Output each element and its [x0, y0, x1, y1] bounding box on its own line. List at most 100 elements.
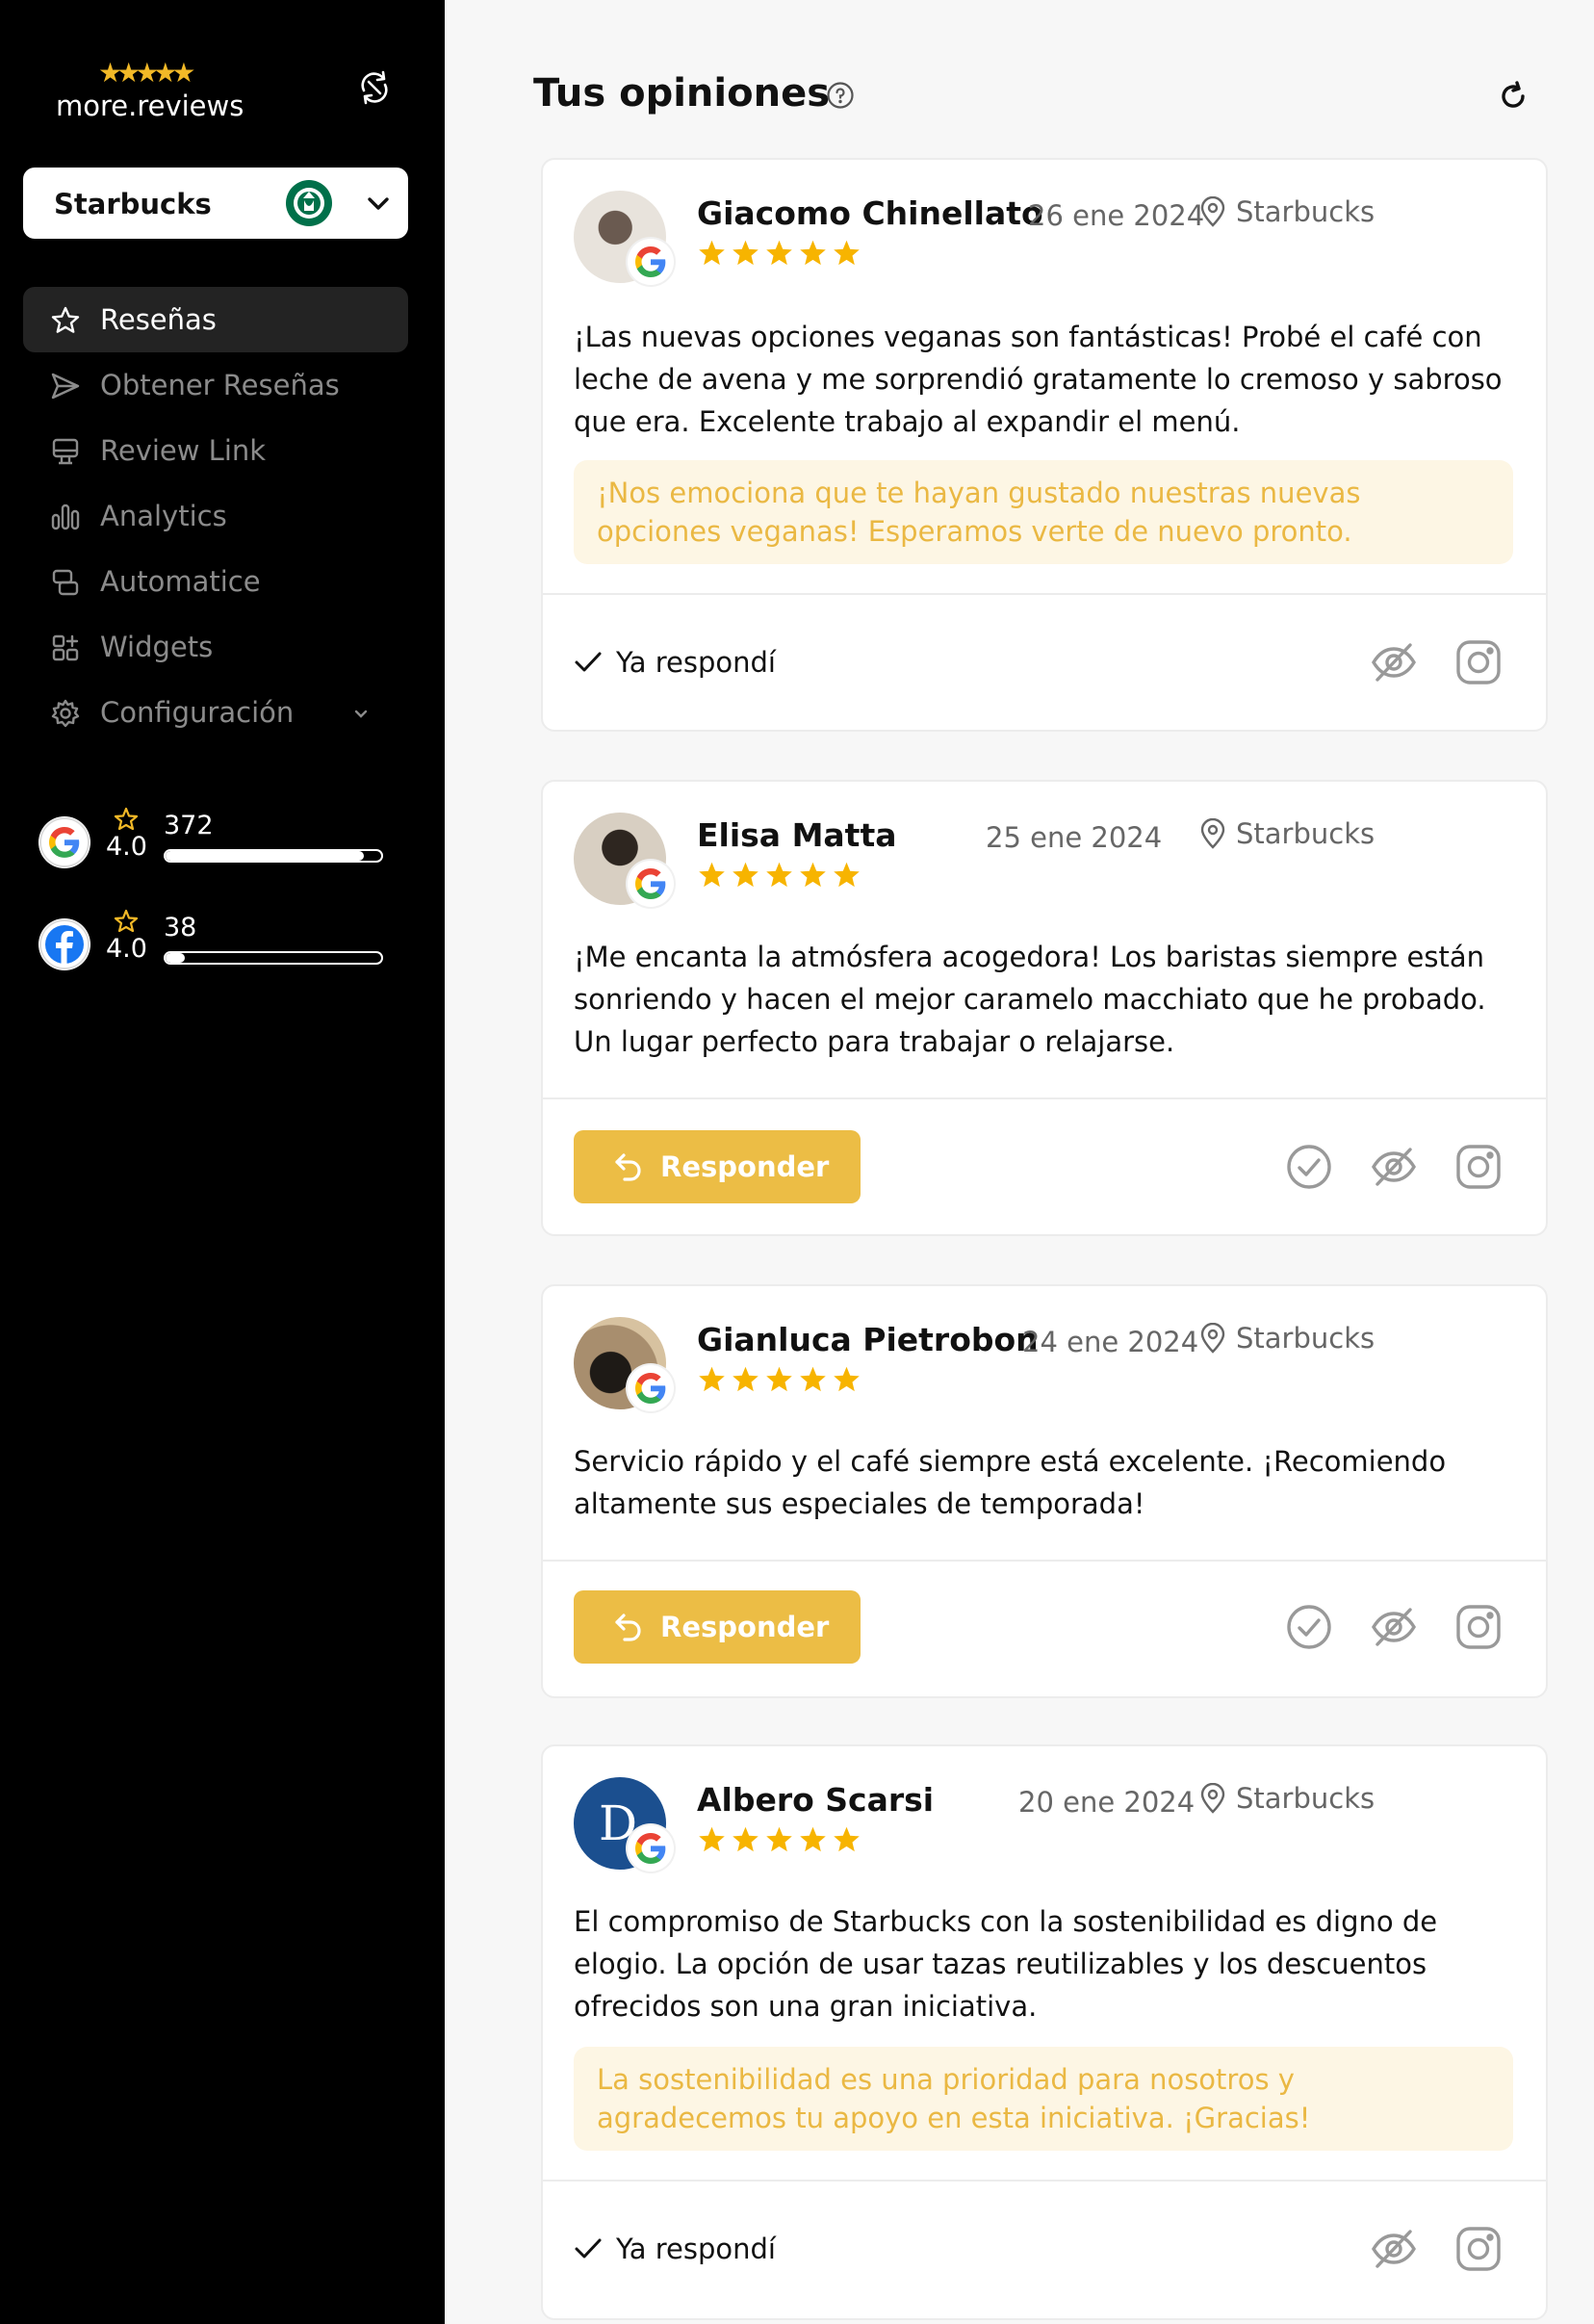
star-rating: [697, 1825, 865, 1856]
check-icon: [575, 2238, 602, 2259]
refresh-icon[interactable]: [1496, 79, 1530, 114]
divider: [543, 593, 1546, 595]
sidebar-item-label: Reseñas: [100, 303, 217, 336]
review-card: Elisa Matta 25 ene 2024 Starbucks ¡Me en…: [541, 780, 1548, 1236]
google-icon: [628, 1365, 674, 1411]
sidebar-item-analytics[interactable]: Analytics: [23, 483, 408, 549]
mark-answered-icon[interactable]: [1284, 1602, 1334, 1652]
review-text: El compromiso de Starbucks con la sosten…: [574, 1905, 1438, 2023]
business-selector[interactable]: Starbucks: [23, 168, 408, 239]
hide-icon[interactable]: [1369, 1602, 1419, 1652]
star-outline-icon: [114, 909, 139, 933]
respond-label: Responder: [660, 1611, 830, 1643]
sidebar-item-widgets[interactable]: Widgets: [23, 614, 408, 680]
star-rating: [697, 1365, 865, 1396]
review-author: Albero Scarsi: [697, 1781, 935, 1819]
star-outline-icon: [114, 807, 139, 831]
divider: [543, 2180, 1546, 2182]
star-icon: [699, 1366, 725, 1392]
sync-icon[interactable]: [354, 67, 395, 108]
star-icon: [733, 862, 758, 888]
location-name: Starbucks: [1236, 1782, 1375, 1815]
instagram-icon[interactable]: [1453, 1602, 1504, 1652]
business-name: Starbucks: [54, 188, 212, 220]
sidebar-item-label: Automatice: [100, 565, 261, 598]
rating-progress-fill: [166, 851, 365, 861]
bar-chart-icon: [51, 504, 80, 530]
star-icon: [834, 862, 860, 888]
star-icon: [800, 240, 826, 266]
star-icon: [800, 1826, 826, 1852]
rating-progress-fill: [166, 953, 186, 963]
sidebar-item-resenas[interactable]: Reseñas: [23, 287, 408, 352]
instagram-icon[interactable]: [1453, 637, 1504, 687]
star-icon: [733, 1366, 758, 1392]
review-count: 38: [164, 913, 197, 943]
sidebar-item-label: Widgets: [100, 631, 214, 663]
chevron-down-icon: [354, 710, 368, 718]
location-name: Starbucks: [1236, 1322, 1375, 1355]
gear-icon: [51, 699, 80, 728]
respond-button[interactable]: Responder: [574, 1130, 861, 1203]
sidebar: ★★★★★ more.reviews Starbucks Reseñas Obt…: [0, 0, 445, 2324]
sidebar-item-review-link[interactable]: Review Link: [23, 418, 408, 483]
divider: [543, 1560, 1546, 1562]
sidebar-item-configuracion[interactable]: Configuración: [23, 680, 408, 745]
google-rating-stat: 4.0 372: [39, 807, 385, 878]
logo-stars: ★★★★★: [98, 57, 195, 89]
instagram-icon[interactable]: [1453, 1142, 1504, 1192]
hide-icon[interactable]: [1369, 637, 1419, 687]
star-icon: [51, 306, 80, 333]
review-card: D Albero Scarsi 20 ene 2024 Starbucks El…: [541, 1744, 1548, 2320]
respond-label: Responder: [660, 1150, 830, 1183]
sidebar-item-automatice[interactable]: Automatice: [23, 549, 408, 614]
star-icon: [699, 1826, 725, 1852]
review-date: 20 ene 2024: [1018, 1786, 1196, 1819]
rating-value: 4.0: [106, 832, 147, 862]
review-text: Servicio rápido y el café siempre está e…: [574, 1445, 1447, 1520]
sidebar-item-label: Configuración: [100, 696, 295, 729]
star-icon: [699, 240, 725, 266]
brand-logo[interactable]: ★★★★★ more.reviews: [56, 60, 248, 125]
star-rating: [697, 239, 865, 270]
reply-icon: [615, 1614, 641, 1641]
instagram-icon[interactable]: [1453, 2224, 1504, 2274]
automation-icon: [52, 569, 79, 596]
hide-icon[interactable]: [1369, 2224, 1419, 2274]
google-icon: [39, 816, 90, 868]
google-icon: [628, 861, 674, 907]
sidebar-item-obtener-resenas[interactable]: Obtener Reseñas: [23, 352, 408, 418]
star-icon: [834, 1826, 860, 1852]
star-rating: [697, 861, 865, 891]
review-card: Gianluca Pietrobon 24 ene 2024 Starbucks…: [541, 1284, 1548, 1698]
review-author: Elisa Matta: [697, 816, 897, 854]
page-title: Tus opiniones: [533, 71, 831, 116]
review-author: Giacomo Chinellato: [697, 194, 1043, 232]
star-icon: [766, 240, 792, 266]
review-text: ¡Las nuevas opciones veganas son fantást…: [574, 321, 1503, 438]
respond-button[interactable]: Responder: [574, 1590, 861, 1664]
mark-answered-icon[interactable]: [1284, 1142, 1334, 1192]
star-icon: [766, 862, 792, 888]
review-count: 372: [164, 811, 214, 840]
sidebar-item-label: Review Link: [100, 434, 267, 467]
main-content: Tus opiniones Giacomo Chinellato 26 ene …: [445, 0, 1594, 2324]
divider: [543, 1097, 1546, 1099]
widgets-icon: [52, 634, 79, 661]
send-icon: [51, 373, 80, 400]
review-date: 26 ene 2024: [1028, 199, 1205, 232]
starbucks-logo-icon: [285, 179, 333, 227]
location-name: Starbucks: [1236, 195, 1375, 228]
star-icon: [834, 240, 860, 266]
star-icon: [699, 862, 725, 888]
facebook-icon: [39, 918, 90, 970]
review-author: Gianluca Pietrobon: [697, 1321, 1039, 1358]
review-text: ¡Me encanta la atmósfera acogedora! Los …: [574, 941, 1486, 1058]
facebook-rating-stat: 4.0 38: [39, 909, 385, 980]
rating-value: 4.0: [106, 934, 147, 964]
google-icon: [628, 239, 674, 285]
brand-name: more.reviews: [56, 90, 244, 122]
answered-label: Ya respondí: [616, 2233, 776, 2265]
hide-icon[interactable]: [1369, 1142, 1419, 1192]
help-icon[interactable]: [826, 81, 855, 110]
